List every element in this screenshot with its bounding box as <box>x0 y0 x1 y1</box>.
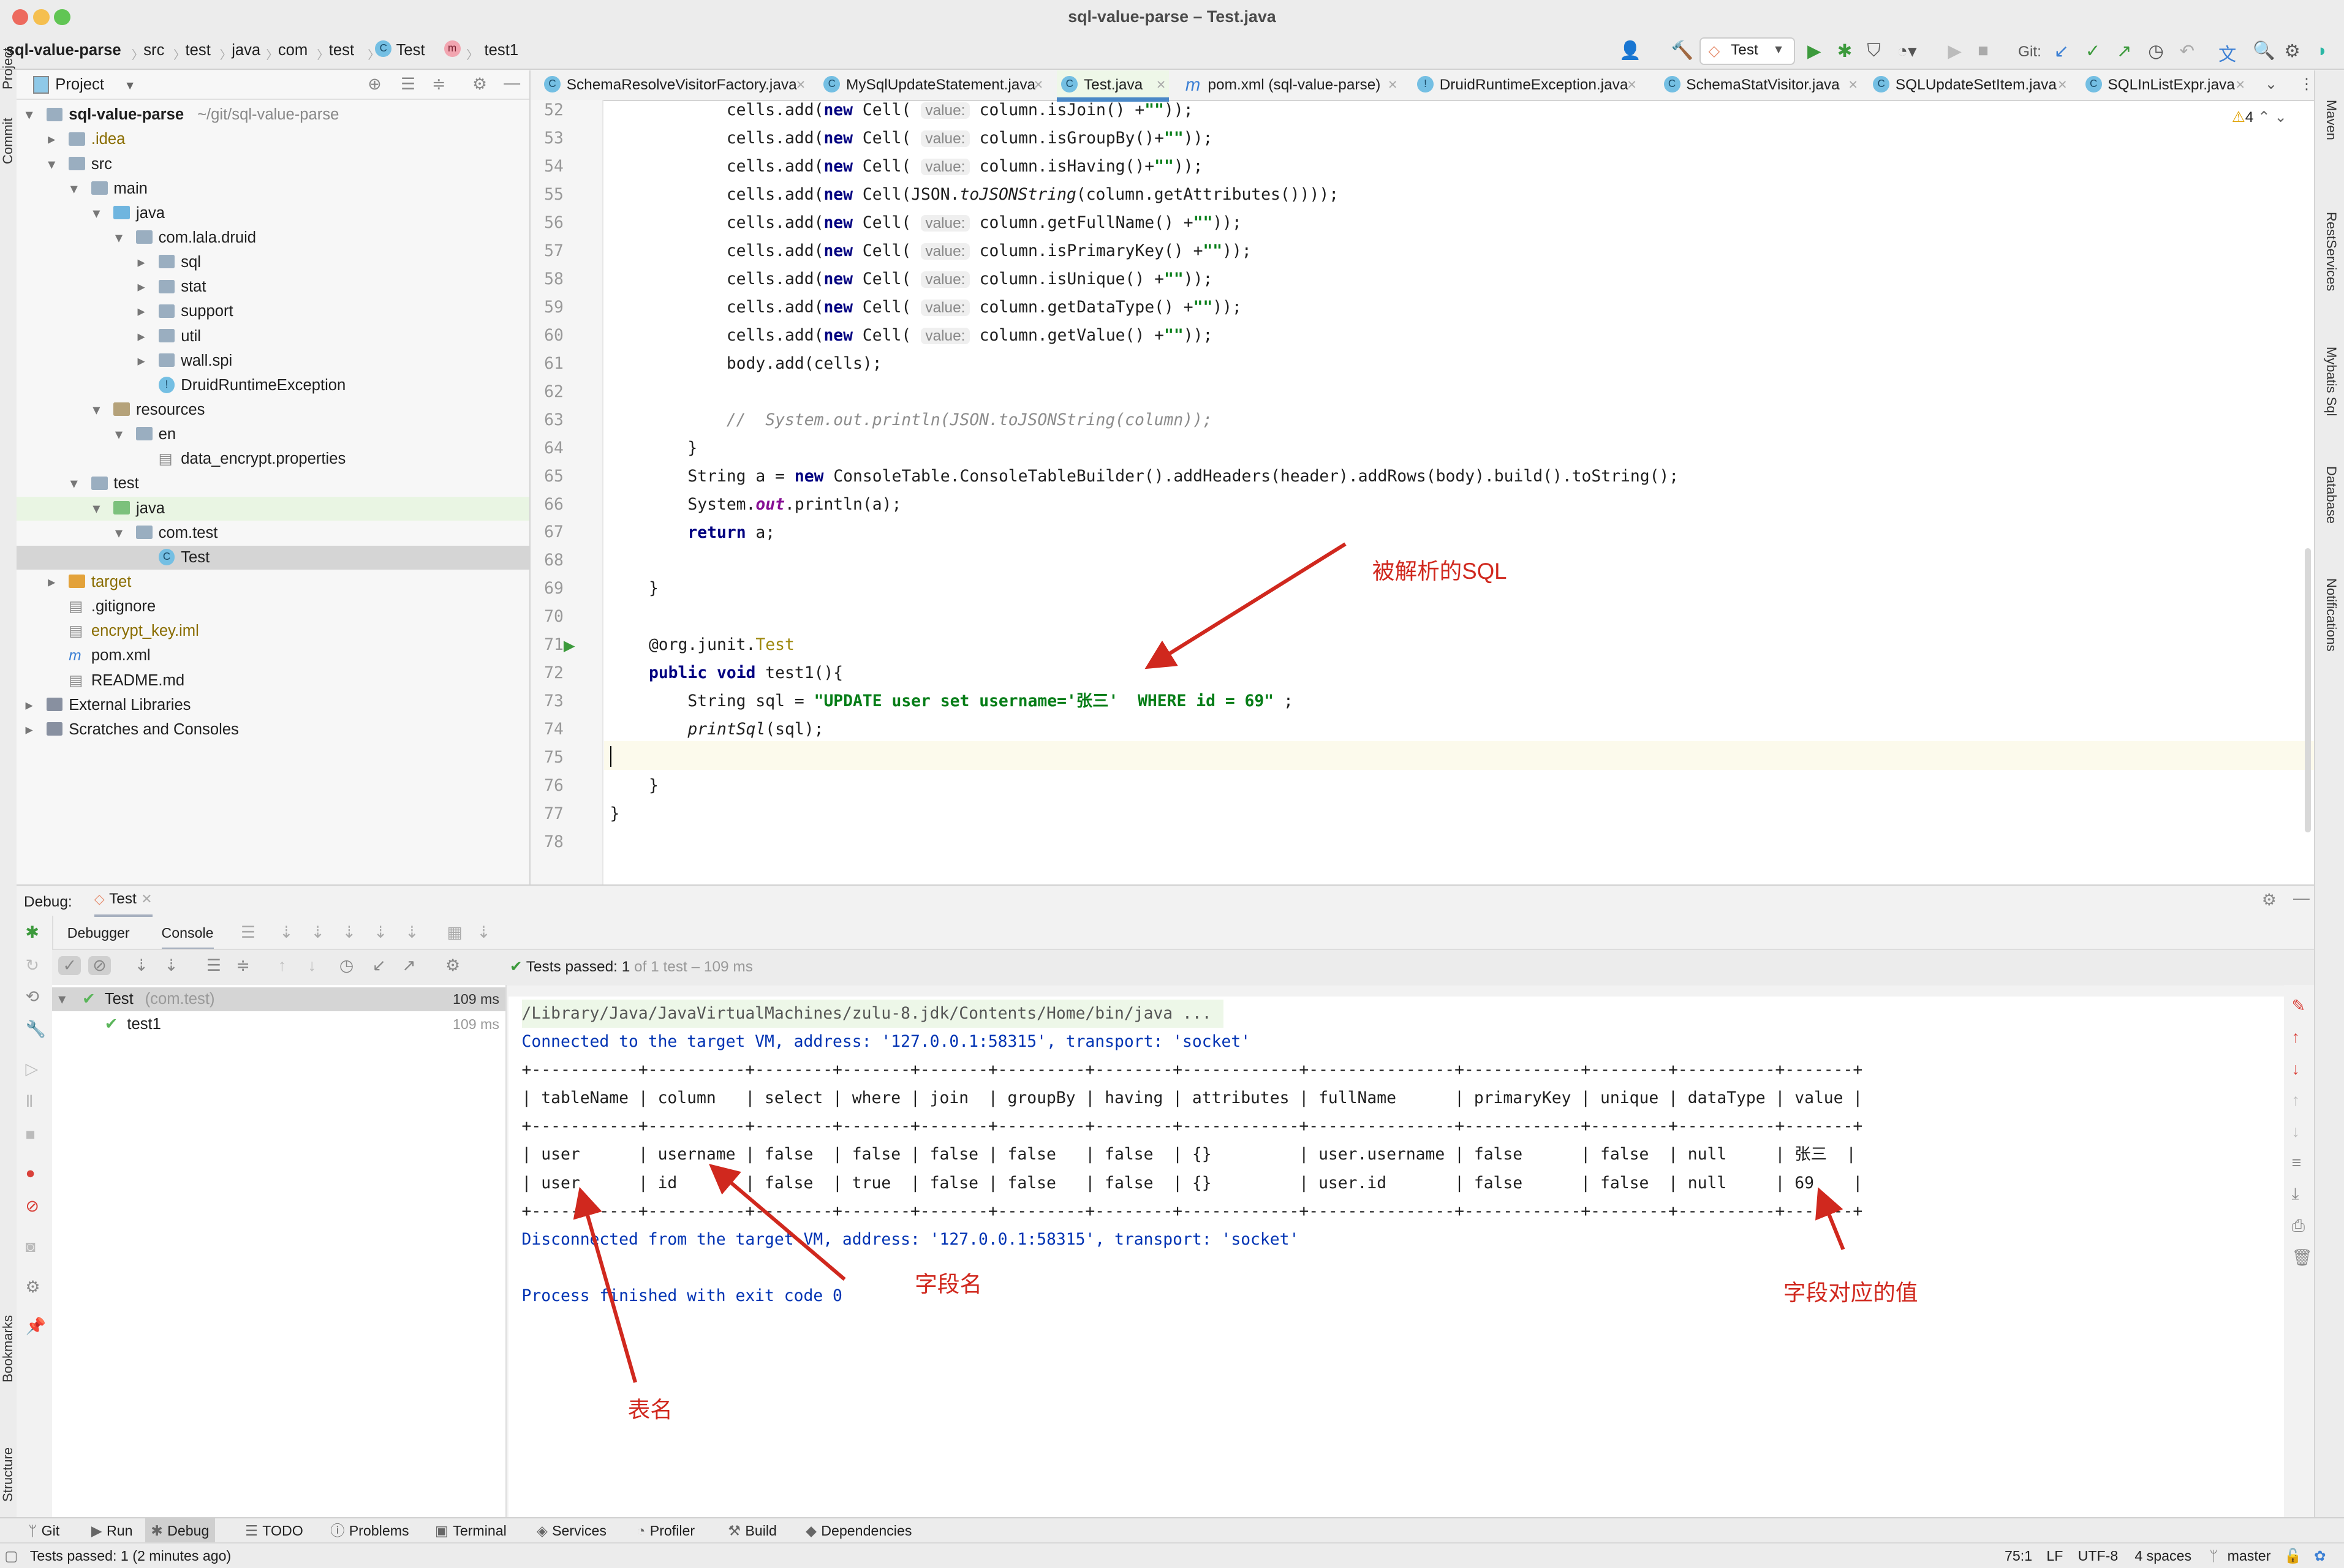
build-icon: ⚒ <box>728 1522 741 1539</box>
tool-profiler[interactable]: ◔ Profiler <box>631 1518 701 1544</box>
tool-terminal[interactable]: ▣ Terminal <box>429 1518 512 1544</box>
tool-label: Profiler <box>649 1522 695 1539</box>
debug-icon: ✱ <box>151 1522 163 1539</box>
arrow-to-field-name <box>709 1164 846 1281</box>
annotation-table-name: 表名 <box>627 1396 673 1422</box>
annotation-field-name: 字段名 <box>915 1271 983 1297</box>
lock-icon[interactable]: 🔓 <box>2284 1544 2302 1567</box>
branch-icon: ᛘ <box>2209 1548 2218 1564</box>
dependencies-icon: ◆ <box>806 1522 817 1539</box>
todo-icon: ☰ <box>245 1522 258 1539</box>
arrow-to-field-value <box>1815 1187 1845 1250</box>
profiler-icon: ◔ <box>637 1522 646 1539</box>
plugin-icon[interactable]: ✿ <box>2314 1544 2326 1567</box>
tool-git[interactable]: ᛘ Git <box>23 1518 66 1544</box>
status-bar: ▢ Tests passed: 1 (2 minutes ago) 75:1 L… <box>0 1542 2344 1568</box>
terminal-icon: ▣ <box>435 1522 448 1539</box>
tool-todo[interactable]: ☰ TODO <box>239 1518 309 1544</box>
tool-label: Terminal <box>453 1522 507 1539</box>
run-icon: ▶ <box>91 1522 102 1539</box>
tool-label: Services <box>552 1522 607 1539</box>
annotation-field-value: 字段对应的值 <box>1783 1280 1918 1306</box>
tool-problems[interactable]: ⓘ Problems <box>324 1518 415 1544</box>
indent-setting[interactable]: 4 spaces <box>2134 1544 2191 1567</box>
line-separator[interactable]: LF <box>2046 1544 2063 1567</box>
status-message[interactable]: Tests passed: 1 (2 minutes ago) <box>30 1544 231 1567</box>
caret-position[interactable]: 75:1 <box>2005 1544 2032 1567</box>
tool-label: Dependencies <box>821 1522 912 1539</box>
annotation-parsed-sql: 被解析的SQL <box>1372 558 1507 584</box>
problems-icon: ⓘ <box>330 1522 345 1539</box>
services-icon: ◈ <box>536 1522 548 1539</box>
tool-label: Debug <box>167 1522 210 1539</box>
file-encoding[interactable]: UTF-8 <box>2078 1544 2119 1567</box>
tool-label: Build <box>745 1522 777 1539</box>
annotation-arrows <box>573 542 1845 1383</box>
arrow-to-table-name <box>573 1186 637 1383</box>
git-branch[interactable]: master <box>2228 1544 2271 1567</box>
tool-label: Problems <box>349 1522 409 1539</box>
tool-window-bar: ᛘ Git ▶ Run ✱ Debug ☰ TODO ⓘ Problems ▣ Terminal ◈ Se… <box>0 1517 2344 1544</box>
tool-run[interactable]: ▶ Run <box>85 1518 138 1544</box>
tool-debug[interactable]: ✱ Debug <box>145 1518 216 1544</box>
tool-label: Run <box>106 1522 133 1539</box>
status-toggle-icon[interactable]: ▢ <box>4 1544 18 1567</box>
git-icon: ᛘ <box>28 1522 37 1539</box>
tool-build[interactable]: ⚒ Build <box>722 1518 783 1544</box>
tool-label: TODO <box>262 1522 303 1539</box>
tool-dependencies[interactable]: ◆ Dependencies <box>800 1518 918 1544</box>
tool-services[interactable]: ◈ Services <box>531 1518 613 1544</box>
ide-window: sql-value-parse – Test.java sql-value-pa… <box>0 0 2344 1568</box>
arrow-to-sql <box>1144 542 1347 669</box>
tool-label: Git <box>41 1522 60 1539</box>
